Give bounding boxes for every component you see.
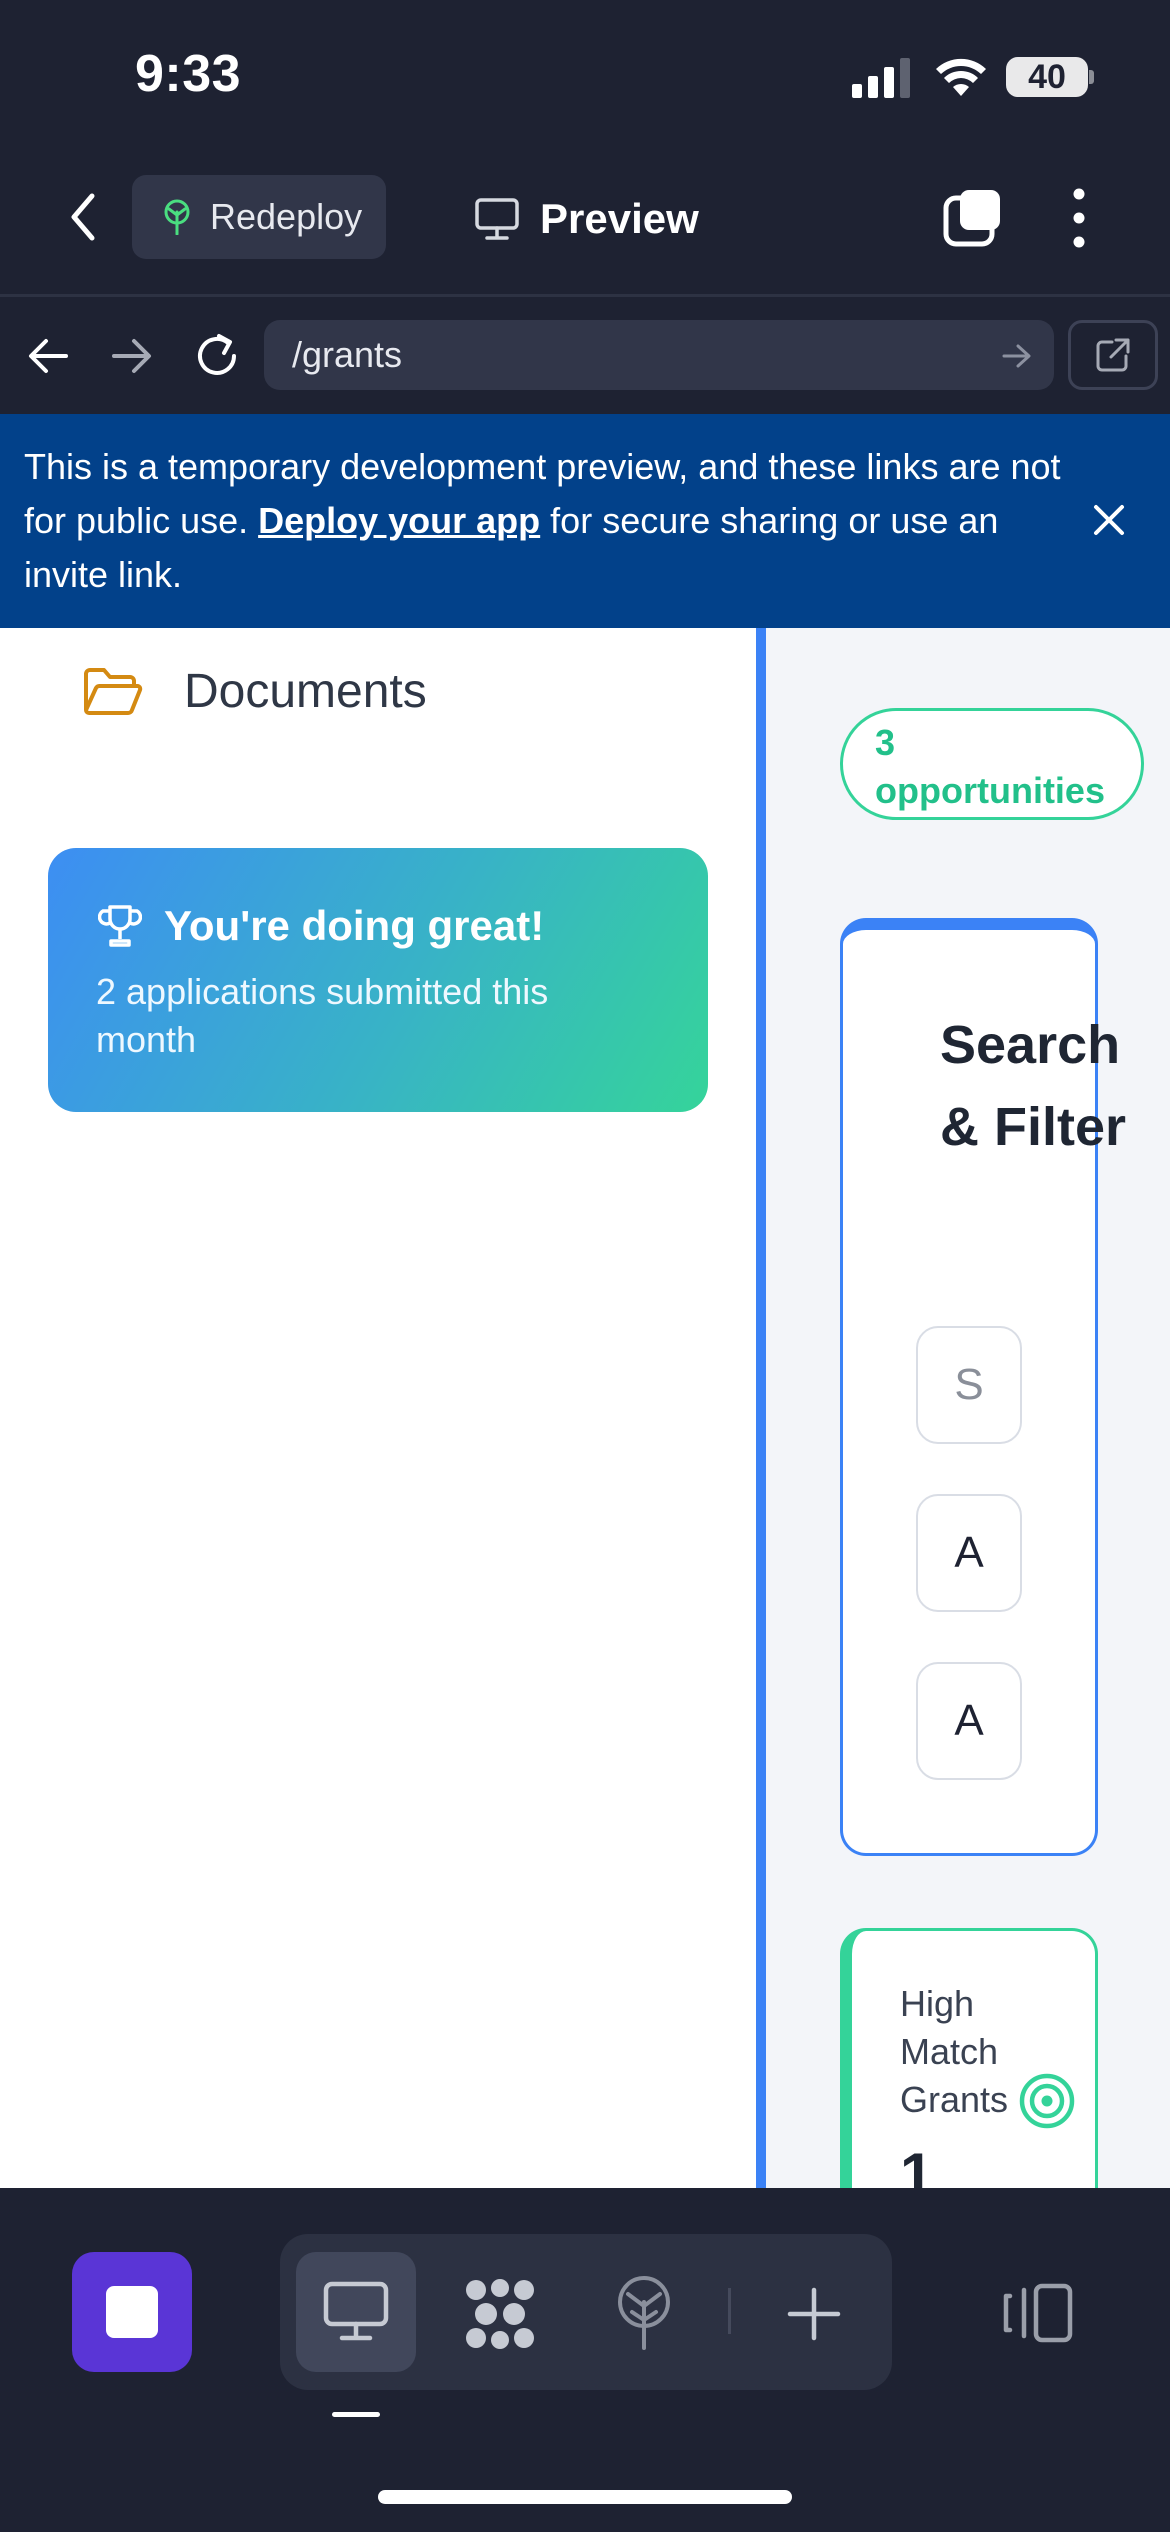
active-tool-indicator — [332, 2412, 380, 2417]
redeploy-button[interactable]: Redeploy — [132, 175, 386, 259]
chevron-left-icon[interactable] — [66, 192, 100, 242]
arrow-right-icon[interactable] — [110, 336, 154, 376]
status-time: 9:33 — [135, 45, 242, 103]
sidebar-item-documents[interactable]: Documents — [82, 664, 427, 719]
filter-select-2[interactable]: A — [916, 1662, 1022, 1780]
deploy-app-link[interactable]: Deploy your app — [258, 500, 540, 541]
url-field[interactable]: /grants — [264, 320, 1054, 390]
filter-select-1[interactable]: A — [916, 1494, 1022, 1612]
folder-open-icon — [84, 667, 143, 715]
more-vertical-icon[interactable] — [1066, 186, 1092, 250]
banner-text: This is a temporary development preview,… — [24, 440, 1084, 602]
trophy-icon — [98, 905, 142, 947]
signal-icon — [852, 58, 910, 98]
url-text: /grants — [292, 334, 403, 375]
opportunities-badge: 3 opportunities — [840, 708, 1144, 820]
search-filter-title: Search & Filter — [940, 1015, 1127, 1157]
panel-layout-icon[interactable] — [1002, 2282, 1074, 2344]
external-link-icon — [1096, 338, 1130, 372]
topbar-divider — [0, 294, 1170, 297]
preview-tab[interactable]: Preview — [474, 185, 699, 253]
go-arrow-icon[interactable] — [1002, 342, 1032, 370]
stop-icon — [106, 2286, 158, 2338]
search-input[interactable]: S — [916, 1326, 1022, 1444]
arrow-left-icon[interactable] — [26, 336, 70, 376]
workspace-icon[interactable] — [462, 2278, 538, 2350]
battery-indicator: 40 — [1006, 57, 1088, 97]
open-external-button[interactable] — [1068, 320, 1158, 390]
opportunities-count: 3 — [875, 722, 896, 763]
target-icon — [1019, 2073, 1075, 2129]
deploy-tree-icon — [164, 199, 190, 235]
stop-button[interactable] — [72, 2252, 192, 2372]
tool-separator — [728, 2288, 731, 2334]
add-icon[interactable] — [786, 2286, 842, 2342]
monitor-icon — [475, 198, 519, 240]
reload-icon[interactable] — [192, 332, 242, 380]
close-icon[interactable] — [1092, 503, 1126, 537]
progress-card-subtitle: 2 applications submitted this month — [96, 971, 549, 1060]
opportunities-label: opportunities — [875, 770, 1105, 811]
progress-title-text: You're doing great! — [164, 902, 545, 949]
battery-tip — [1089, 70, 1094, 84]
preview-label: Preview — [540, 195, 699, 242]
tabs-icon[interactable] — [942, 186, 1004, 248]
deploy-tree-icon[interactable] — [612, 2274, 676, 2350]
monitor-icon — [323, 2281, 389, 2341]
progress-card-title: You're doing great! — [98, 902, 544, 950]
redeploy-label: Redeploy — [210, 196, 363, 237]
pane-divider[interactable] — [756, 628, 766, 2188]
documents-label: Documents — [184, 665, 427, 718]
wifi-icon — [936, 58, 986, 96]
home-indicator[interactable] — [378, 2490, 792, 2504]
